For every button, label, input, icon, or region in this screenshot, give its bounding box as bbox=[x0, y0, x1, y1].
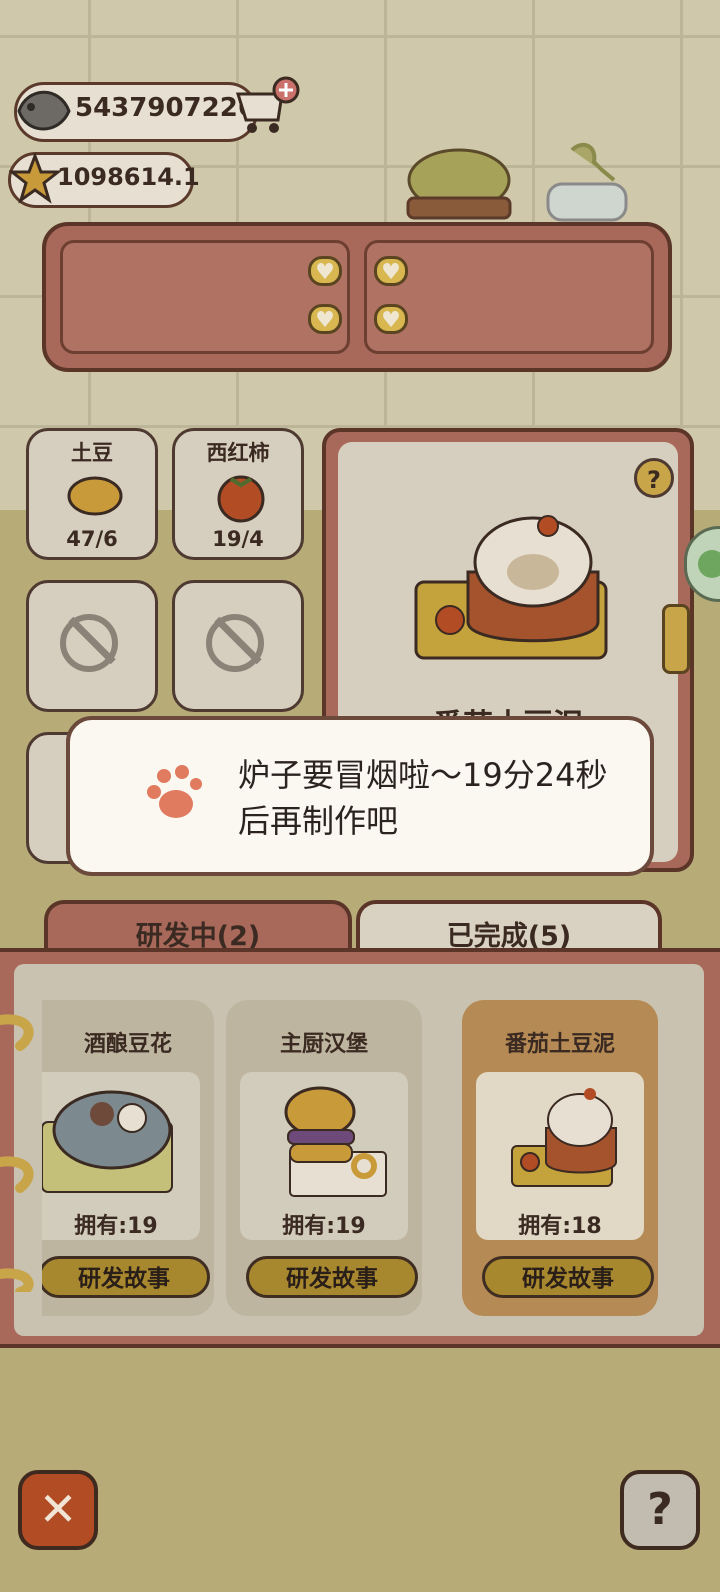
ingredient-name: 土豆 bbox=[71, 441, 113, 465]
toast-message: 炉子要冒烟啦～19分24秒后再制作吧 bbox=[238, 756, 608, 840]
potato-icon bbox=[67, 476, 123, 516]
star-currency-counter: 1098614.1 bbox=[8, 152, 200, 208]
croissant-decoration bbox=[0, 1012, 40, 1297]
cabinet-door-left bbox=[60, 240, 350, 354]
recipe-title: 主厨汉堡 bbox=[279, 1032, 368, 1057]
ingredient-slot-potato[interactable]: 土豆 47/6 bbox=[26, 428, 158, 560]
chef-burger-dish-icon bbox=[284, 1086, 387, 1197]
recipe-owned-count: 拥有:19 bbox=[74, 1214, 158, 1239]
cart-plus-icon bbox=[235, 76, 300, 133]
recipe-help-button[interactable]: ? bbox=[634, 458, 674, 498]
tomato-mashed-potato-dish-icon bbox=[414, 515, 608, 660]
tomato-mashed-potato-dish-icon bbox=[511, 1088, 617, 1187]
cooldown-toast: 炉子要冒烟啦～19分24秒后再制作吧 bbox=[66, 716, 654, 876]
heart-handle-icon: ♥ bbox=[308, 256, 342, 286]
fish-currency-counter: 5437907226 bbox=[14, 82, 258, 142]
ingredient-count: 47/6 bbox=[66, 527, 118, 551]
fish-icon bbox=[13, 81, 77, 141]
recipe-card-tomato-mashed-potato[interactable]: 番茄土豆泥 拥有:18 研发故事 bbox=[462, 1000, 658, 1316]
shop-cart-add-button[interactable] bbox=[232, 76, 302, 140]
vase-decoration bbox=[542, 140, 632, 222]
disabled-icon bbox=[206, 614, 264, 672]
wine-tofu-dish-icon bbox=[42, 1090, 173, 1193]
croissant-icon bbox=[0, 1014, 34, 1297]
chat-icon bbox=[698, 550, 720, 578]
ingredient-count: 19/4 bbox=[212, 527, 264, 551]
help-button[interactable]: ? bbox=[620, 1470, 700, 1550]
kitchen-cabinet: ♥ ♥ ♥ ♥ bbox=[42, 222, 672, 372]
ingredient-slot-empty[interactable] bbox=[26, 580, 158, 712]
star-icon bbox=[9, 153, 61, 205]
recipe-owned-count: 拥有:19 bbox=[282, 1214, 366, 1239]
heart-handle-icon: ♥ bbox=[308, 304, 342, 334]
recipe-story-button[interactable]: 研发故事 bbox=[246, 1256, 418, 1298]
recipe-card-chef-burger[interactable]: 主厨汉堡 拥有:19 研发故事 bbox=[226, 1000, 422, 1316]
cabinet-door-right bbox=[364, 240, 654, 354]
fish-amount: 5437907226 bbox=[75, 93, 256, 123]
ingredient-name: 西红柿 bbox=[206, 441, 270, 465]
paw-icon bbox=[147, 765, 202, 818]
disabled-icon bbox=[60, 614, 118, 672]
close-button[interactable]: ✕ bbox=[18, 1470, 98, 1550]
plant-icon bbox=[406, 148, 512, 220]
plant-pot-decoration bbox=[404, 142, 514, 222]
tomato-icon bbox=[217, 475, 265, 523]
recipe-owned-count: 拥有:18 bbox=[518, 1214, 602, 1239]
vase-icon bbox=[546, 142, 628, 222]
ingredient-slot-empty[interactable] bbox=[172, 580, 304, 712]
ingredient-slot-tomato[interactable]: 西红柿 19/4 bbox=[172, 428, 304, 560]
heart-handle-icon: ♥ bbox=[374, 256, 408, 286]
recipe-title: 酒酿豆花 bbox=[83, 1032, 172, 1057]
recipe-title: 番茄土豆泥 bbox=[504, 1032, 615, 1057]
recipe-card-wine-tofu[interactable]: 酒酿豆花 拥有:19 研发故事 bbox=[42, 1000, 214, 1316]
star-amount: 1098614.1 bbox=[57, 163, 200, 191]
recipe-story-button[interactable]: 研发故事 bbox=[42, 1256, 210, 1298]
heart-handle-icon: ♥ bbox=[374, 304, 408, 334]
panel-latch bbox=[662, 604, 690, 674]
recipe-story-button[interactable]: 研发故事 bbox=[482, 1256, 654, 1298]
